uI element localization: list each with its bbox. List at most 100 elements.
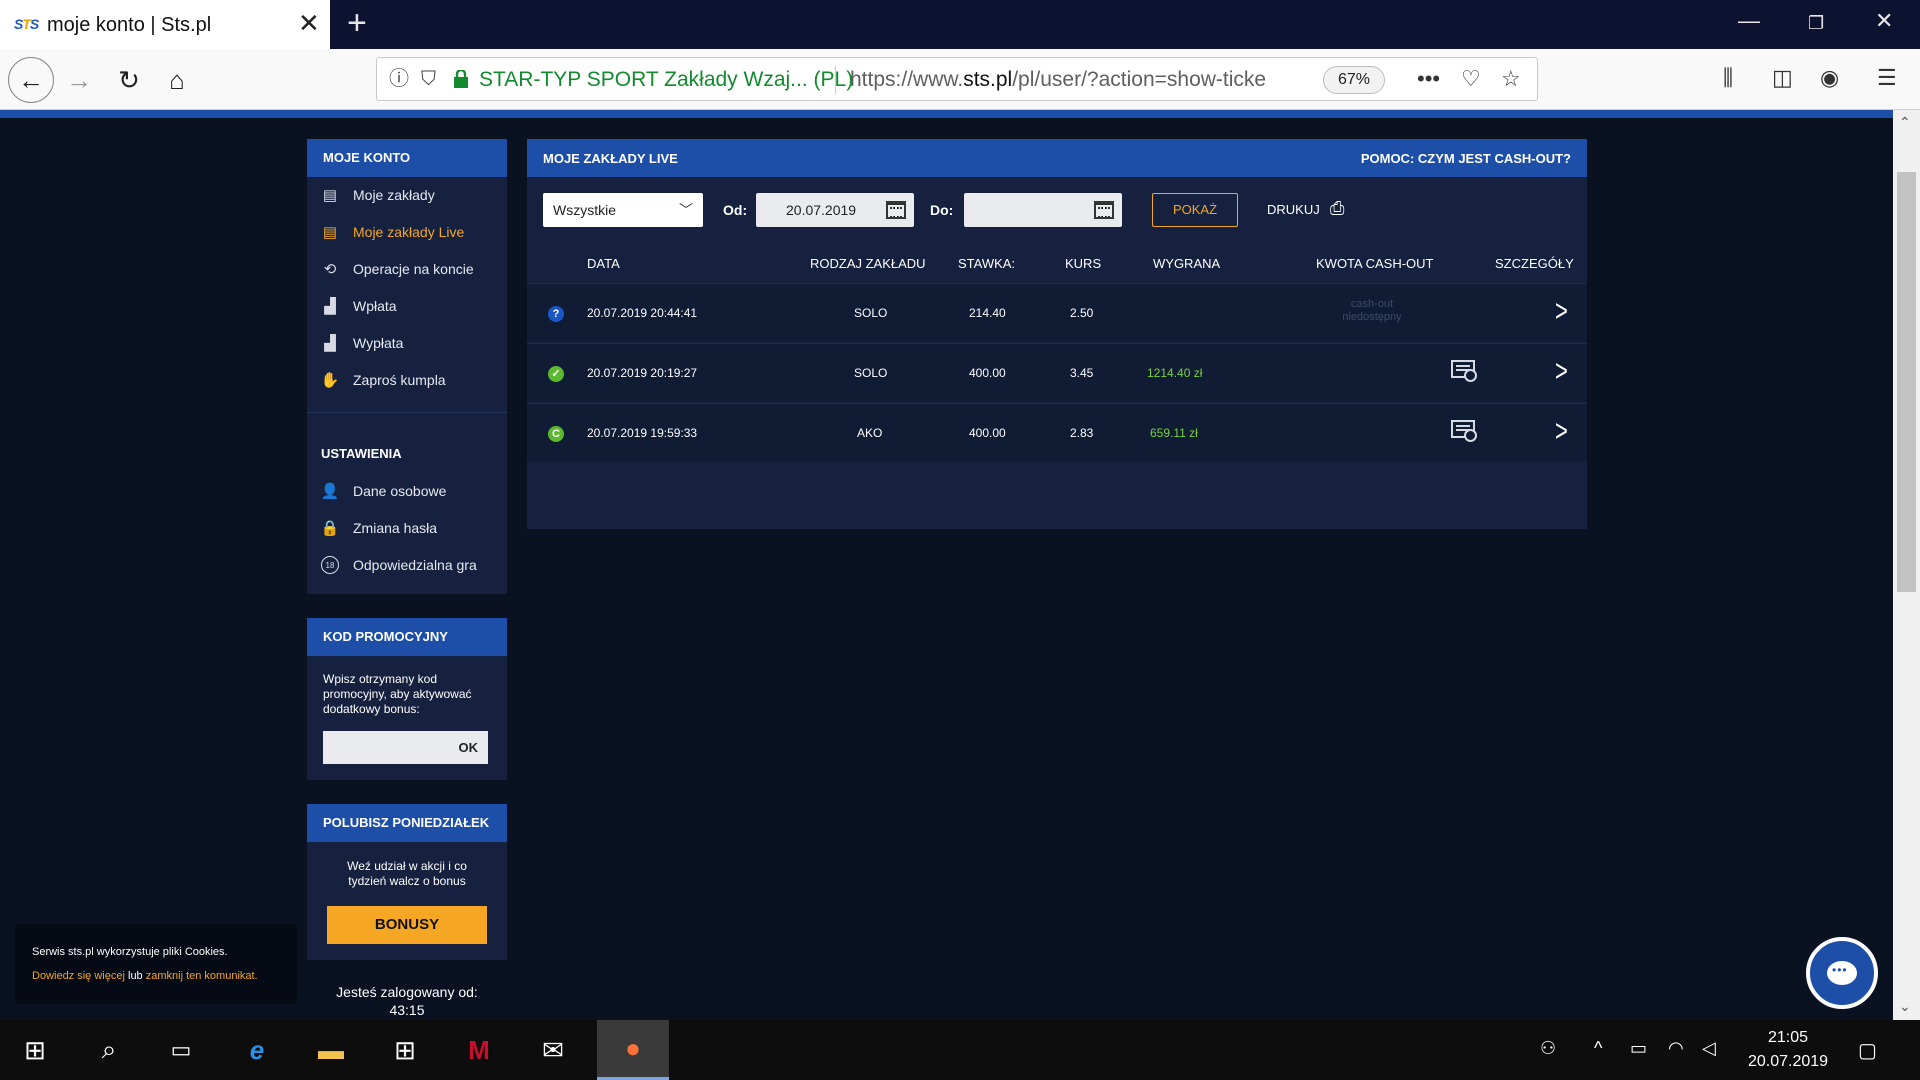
cookie-close-link[interactable]: zamknij ten komunikat. xyxy=(146,970,258,982)
chevron-right-icon[interactable]: > xyxy=(1555,353,1568,389)
firefox-icon[interactable]: ● xyxy=(597,1020,669,1080)
tray-expand-icon[interactable]: ^ xyxy=(1594,1038,1602,1059)
chat-button[interactable] xyxy=(1806,937,1878,1009)
more-icon[interactable]: ••• xyxy=(1417,67,1440,91)
restore-icon[interactable]: ❐ xyxy=(1808,12,1824,34)
handshake-icon: ✋ xyxy=(320,372,340,389)
sidebar-item-change-password[interactable]: 🔒 Zmiana hasła xyxy=(321,515,437,541)
table-row[interactable]: ✓ 20.07.2019 20:19:27 SOLO 400.00 3.45 1… xyxy=(527,343,1587,402)
sidebar-item-invite-friend[interactable]: ✋ Zaproś kumpla xyxy=(321,367,446,393)
volume-icon[interactable]: ◁ xyxy=(1702,1038,1716,1059)
bet-type-select[interactable]: Wszystkie ﹀ xyxy=(543,193,703,227)
lock-icon: 🔒 xyxy=(320,520,340,537)
battery-icon[interactable]: ▭ xyxy=(1630,1038,1647,1059)
sidebar-item-my-live-bets[interactable]: ▤ Moje zakłady Live xyxy=(321,219,464,245)
from-date-input[interactable]: 20.07.2019 xyxy=(756,193,914,227)
column-header-stake: STAWKA: xyxy=(958,256,1016,271)
chevron-right-icon[interactable]: > xyxy=(1555,413,1568,449)
shield-icon[interactable]: ⛉ xyxy=(421,68,436,90)
store-icon[interactable]: ⊞ xyxy=(380,1020,430,1080)
new-tab-icon[interactable]: + xyxy=(347,6,367,40)
tab-close-icon[interactable]: ✕ xyxy=(298,10,320,36)
session-timer: Jesteś zalogowany od: 43:15 xyxy=(307,983,507,1019)
sidebar-item-account-operations[interactable]: ⟲ Operacje na koncie xyxy=(321,256,474,282)
sidebar-icon[interactable]: ◫ xyxy=(1772,65,1793,91)
promo-code-panel: KOD PROMOCYJNY Wpisz otrzymany kod promo… xyxy=(307,618,507,780)
promo-ok-button[interactable]: OK xyxy=(459,740,479,755)
windows-start-icon[interactable]: ⊞ xyxy=(10,1020,60,1080)
browser-tab[interactable]: STS moje konto | Sts.pl ✕ xyxy=(0,0,330,49)
minimize-icon[interactable]: — xyxy=(1738,10,1760,32)
search-icon[interactable]: ⌕ xyxy=(84,1020,134,1080)
sidebar-item-my-bets[interactable]: ▤ Moje zakłady xyxy=(321,182,435,208)
certificate-icon[interactable] xyxy=(1451,360,1477,382)
promo-code-input[interactable]: OK xyxy=(323,731,488,764)
calendar-icon[interactable] xyxy=(886,201,906,219)
people-icon[interactable]: ⚇ xyxy=(1540,1038,1556,1059)
sidebar-item-deposit[interactable]: ▟ Wpłata xyxy=(321,293,396,319)
sidebar-item-label: Operacje na koncie xyxy=(353,261,474,277)
cookie-learn-more-link[interactable]: Dowiedz się więcej xyxy=(32,970,125,982)
mcafee-icon[interactable]: M xyxy=(454,1020,504,1080)
bet-odds: 2.50 xyxy=(1070,306,1094,320)
pocket-icon[interactable]: ♡ xyxy=(1461,67,1481,91)
table-row[interactable]: C 20.07.2019 19:59:33 AKO 400.00 2.83 65… xyxy=(527,403,1587,462)
promo-code-header: KOD PROMOCYJNY xyxy=(307,618,507,656)
notifications-icon[interactable]: ▢ xyxy=(1858,1038,1877,1063)
show-button[interactable]: POKAŻ xyxy=(1152,193,1238,227)
library-icon[interactable]: ⫼ xyxy=(1723,65,1733,91)
forward-button[interactable]: → xyxy=(60,61,98,99)
url-bar[interactable]: ⓘ ⛉ STAR-TYP SPORT Zakłady Wzaj... (PL) … xyxy=(376,57,1538,101)
account-icon[interactable]: ◉ xyxy=(1820,65,1839,91)
settings-section-label: USTAWIENIA xyxy=(321,446,402,461)
bookmark-star-icon[interactable]: ☆ xyxy=(1501,67,1521,91)
sidebar-item-personal-data[interactable]: 👤 Dane osobowe xyxy=(321,478,447,504)
chevron-right-icon[interactable]: > xyxy=(1555,293,1568,329)
info-icon[interactable]: ⓘ xyxy=(389,68,409,90)
bet-stake: 400.00 xyxy=(969,426,1006,440)
url-text[interactable]: https://www.sts.pl/pl/user/?action=show-… xyxy=(850,68,1270,92)
wifi-icon[interactable]: ◠ xyxy=(1668,1038,1684,1059)
cashout-help-link[interactable]: POMOC: CZYM JEST CASH-OUT? xyxy=(1361,151,1571,166)
url-separator xyxy=(835,66,836,94)
home-button[interactable]: ⌂ xyxy=(158,61,196,99)
window-close-icon[interactable]: ✕ xyxy=(1875,10,1893,32)
to-date-input[interactable] xyxy=(964,193,1122,227)
scroll-thumb[interactable] xyxy=(1897,172,1916,592)
status-cashout-icon: C xyxy=(548,426,564,442)
page-scrollbar[interactable]: ⌃ ⌄ xyxy=(1893,110,1920,1020)
lock-icon xyxy=(454,70,468,88)
back-button[interactable]: ← xyxy=(8,57,54,103)
task-view-icon[interactable]: ▭ xyxy=(156,1020,206,1080)
sidebar-item-responsible-gaming[interactable]: 18 Odpowiedzialna gra xyxy=(321,552,477,578)
system-clock[interactable]: 21:05 20.07.2019 xyxy=(1738,1026,1838,1074)
scroll-up-icon[interactable]: ⌃ xyxy=(1899,114,1911,131)
bonuses-button[interactable]: BONUSY xyxy=(327,906,487,944)
taskbar: ⊞ ⌕ ▭ e ▬ ⊞ M ✉ ● ⚇ ^ ▭ ◠ ◁ 21:05 20.07.… xyxy=(0,1020,1920,1080)
bet-type-selected: Wszystkie xyxy=(553,202,616,218)
edge-icon[interactable]: e xyxy=(232,1020,282,1080)
file-explorer-icon[interactable]: ▬ xyxy=(306,1020,356,1080)
certificate-icon[interactable] xyxy=(1451,420,1477,442)
bet-stake: 214.40 xyxy=(969,306,1006,320)
calendar-icon[interactable] xyxy=(1094,201,1114,219)
cookie-notice: Serwis sts.pl wykorzystuje pliki Cookies… xyxy=(15,924,297,1004)
bet-date: 20.07.2019 19:59:33 xyxy=(587,426,698,440)
sidebar-item-withdraw[interactable]: ▟ Wypłata xyxy=(321,330,403,356)
zoom-badge[interactable]: 67% xyxy=(1323,66,1385,94)
status-won-icon: ✓ xyxy=(548,366,564,382)
scroll-down-icon[interactable]: ⌄ xyxy=(1899,998,1911,1015)
mail-icon[interactable]: ✉ xyxy=(528,1020,578,1080)
session-label: Jesteś zalogowany od: xyxy=(336,984,478,1000)
bet-type: SOLO xyxy=(854,306,888,320)
reload-button[interactable]: ↻ xyxy=(110,61,148,99)
bet-stake: 400.00 xyxy=(969,366,1006,380)
menu-icon[interactable]: ☰ xyxy=(1877,65,1897,91)
live-bets-panel: MOJE ZAKŁADY LIVE POMOC: CZYM JEST CASH-… xyxy=(527,139,1587,529)
print-button[interactable]: DRUKUJ xyxy=(1267,202,1320,217)
status-pending-icon: ? xyxy=(548,306,564,322)
printer-icon[interactable]: ⎙ xyxy=(1330,198,1344,219)
clock-time: 21:05 xyxy=(1767,1029,1809,1046)
cashout-line-2: niedostępny xyxy=(1342,311,1402,323)
table-row[interactable]: ? 20.07.2019 20:44:41 SOLO 214.40 2.50 c… xyxy=(527,283,1587,342)
